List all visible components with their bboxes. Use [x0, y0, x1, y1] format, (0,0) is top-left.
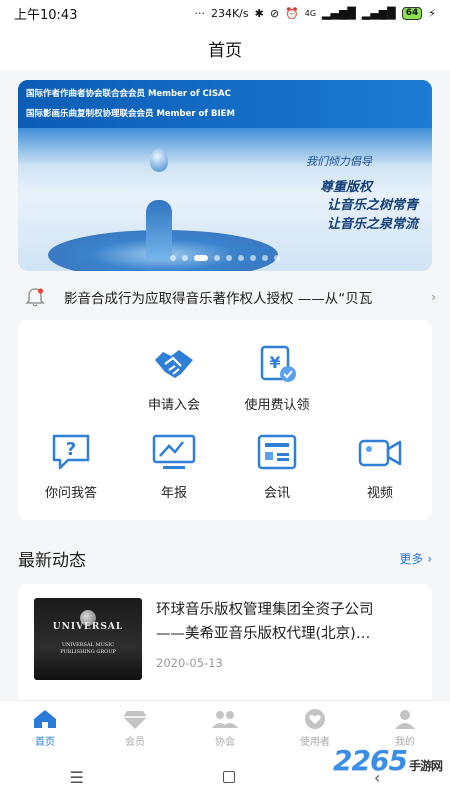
status-icons: ··· 234K/s ✱ ⊘ ⏰ 4G ▂▄▆█ ▂▄▆█ 64 ⚡ [194, 6, 436, 20]
notice-bar[interactable]: 影音合成行为应取得音乐著作权人授权 ——从“贝瓦 › [24, 284, 436, 310]
video-camera-icon [356, 430, 404, 474]
tab-label: 会员 [125, 736, 145, 748]
thumb-brand: UNIVERSAL [52, 622, 124, 632]
tab-label: 使用者 [300, 736, 330, 748]
news-date: 2020-05-13 [156, 656, 223, 670]
signal-label: 4G [304, 8, 317, 18]
handshake-icon [150, 342, 198, 386]
status-bar: 上午10:43 ··· 234K/s ✱ ⊘ ⏰ 4G ▂▄▆█ ▂▄▆█ 64… [0, 0, 450, 26]
carousel-indicator[interactable] [18, 255, 432, 261]
report-screen-icon [150, 430, 198, 474]
carousel-dot[interactable] [182, 255, 188, 261]
chevron-right-icon: › [431, 290, 436, 304]
signal-icon: ▂▄▆█ [322, 6, 356, 20]
menu-label: 视频 [366, 486, 393, 501]
tab-association[interactable]: 协会 [180, 701, 270, 754]
menu-icon[interactable]: ☰ [70, 768, 84, 787]
thumb-sub2: PUBLISHING GROUP [60, 649, 116, 655]
carousel-dot[interactable] [274, 255, 280, 261]
menu-label: 申请入会 [147, 398, 200, 413]
question-chat-icon: ? [47, 430, 95, 474]
section-title: 最新动态 [18, 551, 86, 571]
news-thumbnail: UNIVERSAL UNIVERSAL MUSIC PUBLISHING GRO… [34, 598, 142, 680]
banner-slogan-main: 尊重版权 [319, 180, 372, 195]
menu-item-annual-report[interactable]: 年报 [129, 430, 219, 501]
svg-text:?: ? [66, 439, 76, 460]
menu-item-apply-membership[interactable]: 申请入会 [129, 342, 219, 413]
heart-icon [305, 708, 325, 729]
banner-line-biem: 国际影画乐曲复制权协理联会会员 Member of BIEM [26, 109, 235, 119]
menu-label: 年报 [160, 486, 187, 501]
watermark-main: 2265 [333, 744, 408, 777]
yen-doc-icon: ¥ [253, 342, 301, 386]
watermark-sub: 手游网 [408, 759, 443, 773]
network-speed: 234K/s [210, 6, 249, 20]
menu-item-newsletter[interactable]: 会讯 [232, 430, 322, 501]
menu-item-faq[interactable]: ? 你问我答 [26, 430, 116, 501]
latest-news-header: 最新动态 更多 › [18, 546, 432, 571]
battery-level: 64 [405, 7, 419, 18]
more-dots-icon: ··· [194, 6, 205, 20]
tab-label: 协会 [215, 736, 235, 748]
bell-icon [24, 286, 46, 308]
signal-icon-2: ▂▄▆█ [361, 6, 396, 20]
banner-carousel[interactable]: 国际作者作曲者协会联合会会员 Member of CISAC 国际影画乐曲复制权… [18, 80, 432, 271]
carousel-dot[interactable] [238, 255, 244, 261]
diamond-icon [123, 710, 147, 729]
battery-icon: 64 [401, 6, 423, 20]
news-card-icon [253, 430, 301, 474]
tab-label: 首页 [35, 736, 55, 748]
bluetooth-icon: ✱ [254, 6, 264, 20]
mute-icon: ⊘ [269, 6, 280, 20]
water-splash-image [146, 200, 172, 260]
home-square-icon[interactable] [222, 771, 235, 783]
page-title: 首页 [208, 40, 242, 61]
menu-item-video[interactable]: 视频 [335, 430, 425, 501]
home-icon [34, 709, 56, 728]
more-link[interactable]: 更多 › [399, 550, 432, 567]
banner-line-cisac: 国际作者作曲者协会联合会会员 Member of CISAC [26, 89, 231, 99]
banner-slogan-small: 我们倾力倡导 [306, 155, 372, 168]
menu-label: 会讯 [263, 486, 290, 501]
notice-text: 影音合成行为应取得音乐著作权人授权 ——从“贝瓦 [64, 291, 373, 307]
news-title-line1: 环球音乐版权管理集团全资子公司 [156, 602, 374, 618]
site-watermark: 2265 手游网 [333, 744, 443, 777]
carousel-dot[interactable] [170, 255, 176, 261]
feature-menu-card: 申请入会 ¥ 使用费认领 ? 你问我答 年报 会讯 视频 [18, 320, 432, 520]
thumb-sub1: UNIVERSAL MUSIC [61, 642, 115, 648]
alarm-icon: ⏰ [285, 6, 299, 20]
person-icon [395, 709, 415, 729]
page-header: 首页 [0, 26, 450, 70]
water-drop-image [150, 148, 168, 172]
carousel-dot[interactable] [250, 255, 256, 261]
status-time: 上午10:43 [14, 7, 78, 23]
carousel-dot[interactable] [194, 255, 208, 261]
carousel-dot[interactable] [262, 255, 268, 261]
menu-item-fee-claim[interactable]: ¥ 使用费认领 [232, 342, 322, 413]
carousel-dot[interactable] [226, 255, 232, 261]
carousel-dot[interactable] [214, 255, 220, 261]
news-title-line2: ——美希亚音乐版权代理(北京)… [156, 626, 371, 642]
charging-icon: ⚡ [428, 6, 436, 20]
news-title: 环球音乐版权管理集团全资子公司 ——美希亚音乐版权代理(北京)… [156, 598, 420, 646]
news-list-item[interactable]: UNIVERSAL UNIVERSAL MUSIC PUBLISHING GRO… [18, 584, 432, 700]
tab-member[interactable]: 会员 [90, 701, 180, 754]
banner-slogan-2: 让音乐之树常青 [326, 198, 418, 213]
group-icon [212, 710, 238, 728]
tab-home[interactable]: 首页 [0, 701, 90, 754]
banner-slogan-3: 让音乐之泉常流 [326, 217, 418, 232]
svg-text:¥: ¥ [269, 353, 280, 372]
menu-label: 使用费认领 [244, 398, 310, 413]
menu-label: 你问我答 [44, 486, 97, 501]
